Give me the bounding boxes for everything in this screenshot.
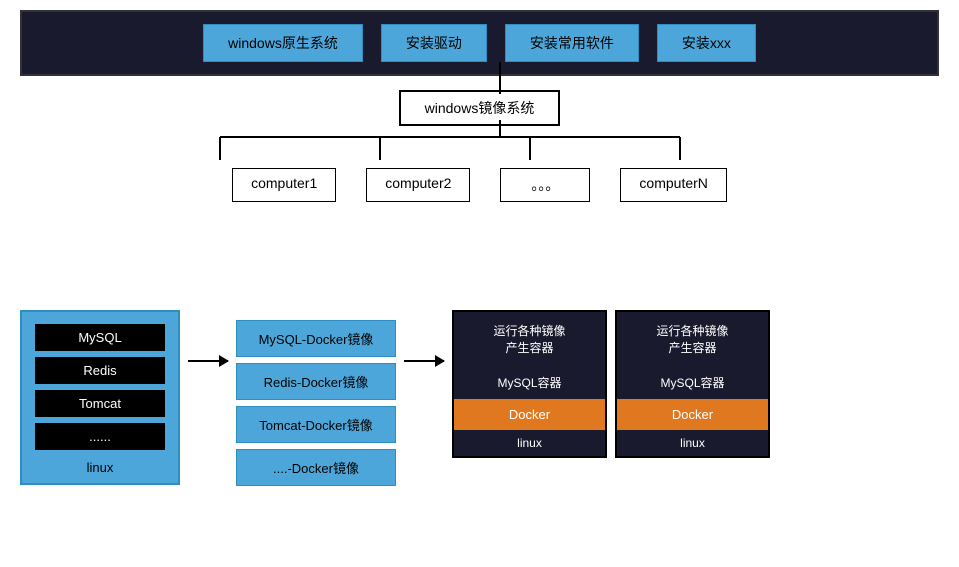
computerN-box: computerN [620, 168, 726, 202]
computer1-box: computer1 [232, 168, 336, 202]
computer2-box: computer2 [366, 168, 470, 202]
windows-image-box: windows镜像系统 [399, 90, 561, 126]
container-block-2: 运行各种镜像 产生容器 MySQL容器 Docker linux [615, 310, 770, 458]
top-section: windows原生系统 安装驱动 安装常用软件 安装xxx windows镜像系… [20, 10, 939, 202]
arrow-right-2 [404, 360, 444, 362]
top-row: windows原生系统 安装驱动 安装常用软件 安装xxx [20, 10, 939, 76]
redis-docker-box: Redis-Docker镜像 [236, 363, 396, 400]
container2-linux: linux [617, 430, 768, 456]
install-xxx-box: 安装xxx [657, 24, 756, 62]
dots-box: 。。。 [500, 168, 590, 202]
win-native-box: windows原生系统 [203, 24, 363, 62]
mysql-docker-box: MySQL-Docker镜像 [236, 320, 396, 357]
container2-middle: MySQL容器 [617, 366, 768, 399]
windows-image-row: windows镜像系统 [20, 90, 939, 126]
arrow1 [180, 360, 236, 362]
container1-top: 运行各种镜像 产生容器 [454, 312, 605, 366]
redis-box: Redis [35, 357, 165, 384]
tomcat-docker-box: Tomcat-Docker镜像 [236, 406, 396, 443]
container1-docker: Docker [454, 399, 605, 430]
dots-box-linux: ...... [35, 423, 165, 450]
container1-middle: MySQL容器 [454, 366, 605, 399]
docker-images-col: MySQL-Docker镜像 Redis-Docker镜像 Tomcat-Doc… [236, 320, 396, 486]
linux-label: linux [87, 460, 114, 475]
container-block-1: 运行各种镜像 产生容器 MySQL容器 Docker linux [452, 310, 607, 458]
arrow2 [396, 360, 452, 362]
dots-docker-box: ....-Docker镜像 [236, 449, 396, 486]
connector-svg [20, 62, 939, 242]
mysql-box: MySQL [35, 324, 165, 351]
install-driver-box: 安装驱动 [381, 24, 487, 62]
container2-top: 运行各种镜像 产生容器 [617, 312, 768, 366]
install-software-box: 安装常用软件 [505, 24, 639, 62]
container2-docker: Docker [617, 399, 768, 430]
computer-row: computer1 computer2 。。。 computerN [20, 168, 939, 202]
bottom-section: MySQL Redis Tomcat ...... linux MySQL-Do… [20, 310, 778, 486]
linux-box: MySQL Redis Tomcat ...... linux [20, 310, 180, 485]
container1-linux: linux [454, 430, 605, 456]
arrow-right-1 [188, 360, 228, 362]
tomcat-box: Tomcat [35, 390, 165, 417]
